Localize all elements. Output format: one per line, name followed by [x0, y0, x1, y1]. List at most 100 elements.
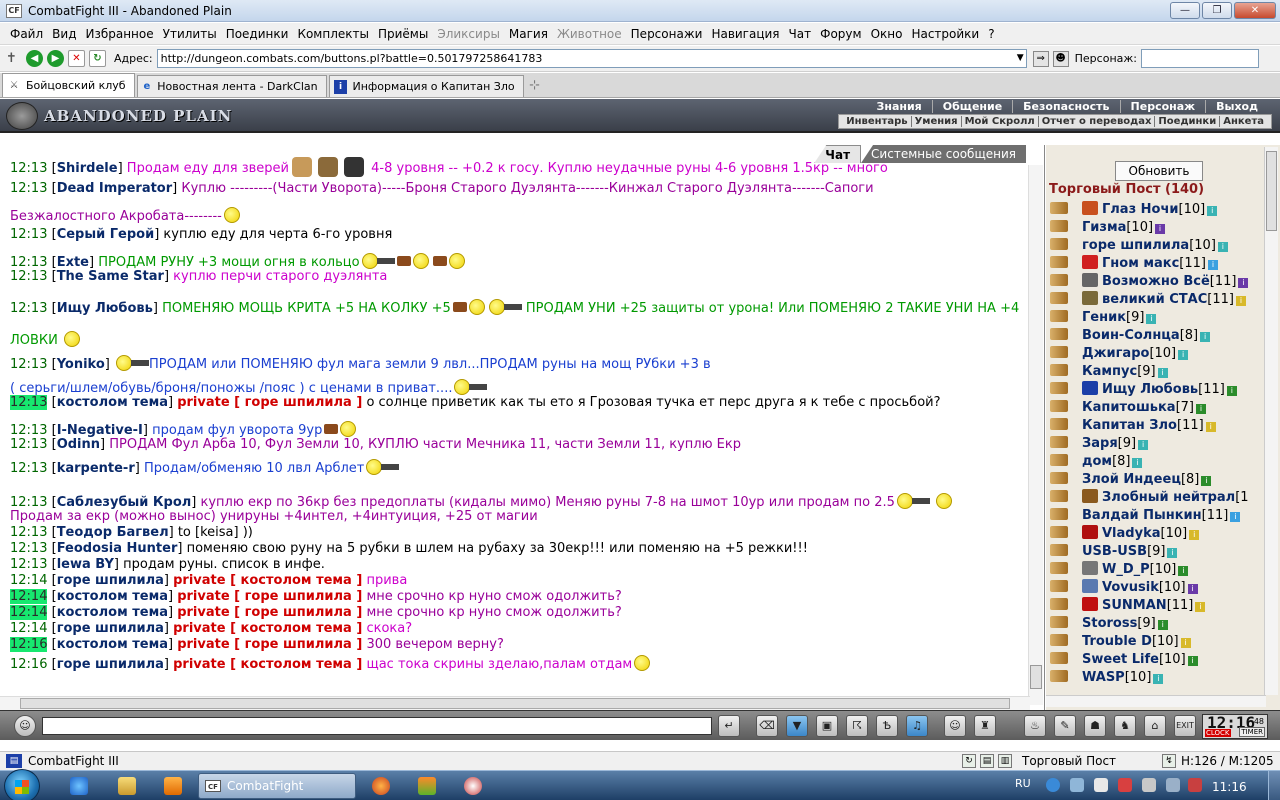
- player-name[interactable]: Воин-Солнца: [1082, 328, 1180, 343]
- show-desktop-button[interactable]: [1268, 771, 1280, 800]
- walk-icon[interactable]: ☈: [846, 715, 868, 737]
- trade-icon[interactable]: [1050, 418, 1068, 430]
- player-name[interactable]: Глаз Ночи: [1102, 202, 1179, 217]
- player-item[interactable]: Гизма[10] i: [1050, 219, 1268, 237]
- player-item[interactable]: Заря[9] i: [1050, 435, 1268, 453]
- trade-icon[interactable]: [1050, 490, 1068, 502]
- player-item[interactable]: Vladyka[10] i: [1050, 525, 1268, 543]
- player-name[interactable]: Возможно Всё: [1102, 274, 1210, 289]
- menu-item[interactable]: Вид: [52, 27, 76, 41]
- app-icon[interactable]: [418, 777, 436, 795]
- player-item[interactable]: Воин-Солнца[8] i: [1050, 327, 1268, 345]
- trade-icon[interactable]: [1050, 526, 1068, 538]
- menu-item[interactable]: Поединки: [226, 27, 289, 41]
- chat-icon[interactable]: ☺: [14, 715, 36, 737]
- private-tag[interactable]: private [ костолом тема ]: [173, 573, 362, 588]
- timestamp[interactable]: 12:14: [10, 573, 47, 588]
- nickname[interactable]: Ищу Любовь: [57, 301, 153, 316]
- player-item[interactable]: Злой Индеец[8] i: [1050, 471, 1268, 489]
- exit-icon[interactable]: EXIT: [1174, 715, 1196, 737]
- timestamp[interactable]: 12:13: [10, 301, 47, 316]
- player-info-icon[interactable]: i: [1178, 566, 1189, 576]
- player-item[interactable]: Капитан Зло[11] i: [1050, 417, 1268, 435]
- player-name[interactable]: Геник: [1082, 310, 1126, 325]
- trade-icon[interactable]: [1050, 544, 1068, 556]
- timestamp[interactable]: 12:16: [10, 657, 47, 672]
- trade-icon[interactable]: [1050, 202, 1068, 214]
- sub-nav-item[interactable]: Мой Скролл: [962, 116, 1039, 127]
- volume-icon[interactable]: [1166, 778, 1180, 792]
- player-item[interactable]: горе шпилила[10] i: [1050, 237, 1268, 255]
- firefox-icon[interactable]: [372, 777, 390, 795]
- new-tab-icon[interactable]: ⊹: [526, 77, 544, 95]
- persona-select[interactable]: [1141, 49, 1259, 68]
- player-info-icon[interactable]: i: [1235, 296, 1246, 306]
- private-tag[interactable]: private [ горе шпилила ]: [177, 589, 362, 604]
- users-icon[interactable]: ☻: [1052, 50, 1069, 67]
- player-name[interactable]: Злобный нейтрал: [1102, 490, 1235, 505]
- player-info-icon[interactable]: i: [1195, 602, 1206, 612]
- player-info-icon[interactable]: i: [1205, 422, 1216, 432]
- trade-icon[interactable]: [1050, 238, 1068, 250]
- timestamp[interactable]: 12:16: [10, 637, 48, 652]
- url-input[interactable]: http://dungeon.combats.com/buttons.pl?ba…: [156, 49, 1027, 68]
- nickname[interactable]: горе шпилила: [57, 573, 164, 588]
- smile-icon[interactable]: ☺: [944, 715, 966, 737]
- player-info-icon[interactable]: i: [1207, 206, 1218, 216]
- helmet-icon[interactable]: ♜: [974, 715, 996, 737]
- player-name[interactable]: великий СТАС: [1102, 292, 1207, 307]
- ie-icon[interactable]: [70, 777, 88, 795]
- stop-icon[interactable]: ✕: [68, 50, 85, 67]
- player-name[interactable]: Stoross: [1082, 616, 1137, 631]
- translit-icon[interactable]: Ѣ: [876, 715, 898, 737]
- refresh-button[interactable]: Обновить: [1115, 161, 1203, 181]
- players-hscrollbar[interactable]: [1046, 695, 1266, 707]
- chat-client-icon[interactable]: [464, 777, 482, 795]
- nickname[interactable]: горе шпилила: [57, 621, 164, 636]
- player-info-icon[interactable]: i: [1157, 620, 1168, 630]
- timestamp[interactable]: 12:14: [10, 589, 48, 604]
- timestamp[interactable]: 12:13: [10, 357, 47, 372]
- player-item[interactable]: Stoross[9] i: [1050, 615, 1268, 633]
- scroll-thumb[interactable]: [1266, 151, 1277, 231]
- player-item[interactable]: Геник[9] i: [1050, 309, 1268, 327]
- trade-icon[interactable]: [1050, 220, 1068, 232]
- player-info-icon[interactable]: i: [1189, 530, 1200, 540]
- scroll-icon[interactable]: ✎: [1054, 715, 1076, 737]
- forward-icon[interactable]: ▶: [47, 50, 64, 67]
- menu-item[interactable]: Животное: [557, 27, 622, 41]
- timestamp[interactable]: 12:13: [10, 269, 47, 284]
- player-info-icon[interactable]: i: [1200, 332, 1211, 342]
- clock-label[interactable]: CLOCK: [1205, 729, 1231, 737]
- player-info-icon[interactable]: i: [1238, 278, 1249, 288]
- taskbar-item-combatfight[interactable]: CF CombatFight: [198, 773, 356, 799]
- menu-item[interactable]: Навигация: [711, 27, 779, 41]
- player-item[interactable]: дом[8] i: [1050, 453, 1268, 471]
- player-name[interactable]: Капитан Зло: [1082, 418, 1177, 433]
- player-item[interactable]: великий СТАС[11] i: [1050, 291, 1268, 309]
- player-name[interactable]: Гном макс: [1102, 256, 1179, 271]
- tray-icon[interactable]: [1070, 778, 1084, 792]
- nickname[interactable]: I-Negative-I: [57, 423, 143, 438]
- private-tag[interactable]: private [ костолом тема ]: [173, 657, 362, 672]
- scroll-thumb[interactable]: [1030, 665, 1042, 689]
- chat-hscrollbar[interactable]: [0, 696, 1030, 710]
- trade-icon[interactable]: [1050, 274, 1068, 286]
- menu-item[interactable]: Окно: [871, 27, 903, 41]
- player-item[interactable]: Злобный нейтрал[1: [1050, 489, 1268, 507]
- player-name[interactable]: Кампус: [1082, 364, 1137, 379]
- tray-icon[interactable]: [1094, 778, 1108, 792]
- trade-icon[interactable]: [1050, 670, 1068, 682]
- nickname[interactable]: Feodosia Hunter: [57, 541, 178, 556]
- chat-input[interactable]: [42, 717, 712, 735]
- pin-icon[interactable]: ✝: [6, 51, 22, 66]
- timestamp[interactable]: 12:13: [10, 557, 47, 572]
- player-name[interactable]: W_D_P: [1102, 562, 1150, 577]
- filter-icon[interactable]: ▼: [786, 715, 808, 737]
- player-info-icon[interactable]: i: [1138, 440, 1149, 450]
- start-button[interactable]: [4, 769, 40, 800]
- nickname[interactable]: Exte: [57, 255, 89, 270]
- nickname[interactable]: Odinn: [57, 437, 100, 452]
- player-item[interactable]: Гном макс[11] i: [1050, 255, 1268, 273]
- trade-icon[interactable]: [1050, 580, 1068, 592]
